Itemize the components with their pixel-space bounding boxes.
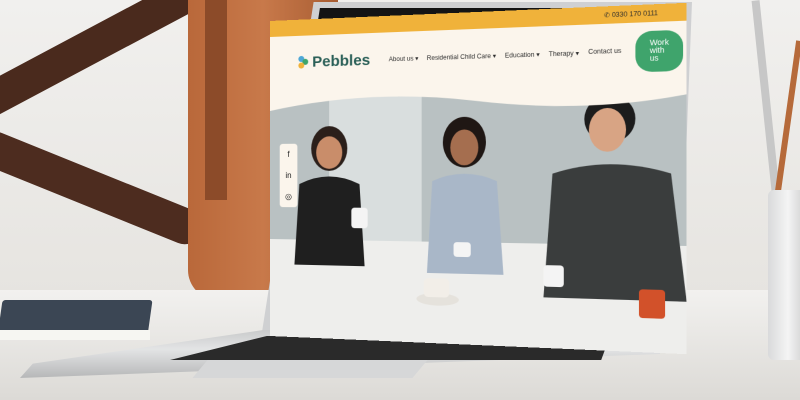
pebbles-logo-icon [298, 55, 309, 69]
nav-contact-us[interactable]: Contact us [588, 48, 621, 56]
nav-about-us[interactable]: About us ▾ [389, 55, 419, 63]
laptop-trackpad [192, 360, 428, 378]
nav-residential-child-care[interactable]: Residential Child Care ▾ [427, 52, 496, 62]
backpack-strap [205, 0, 227, 200]
hero-photo [270, 78, 687, 355]
pen-cup [768, 190, 800, 360]
facebook-icon[interactable]: f [287, 150, 289, 159]
nav-therapy[interactable]: Therapy ▾ [549, 49, 579, 57]
notebook-pages [0, 330, 150, 340]
laptop-screen: ✆ 0330 170 0111 Pebbles About us ▾ Resid… [270, 2, 687, 355]
work-with-us-button[interactable]: Work with us [635, 29, 684, 72]
nav-education[interactable]: Education ▾ [505, 51, 540, 60]
phone-number[interactable]: ✆ 0330 170 0111 [604, 9, 658, 19]
linkedin-icon[interactable]: in [285, 171, 291, 180]
site-logo[interactable]: Pebbles [297, 51, 380, 71]
social-sidebar: f in ◎ [279, 143, 298, 208]
logo-text: Pebbles [312, 51, 371, 71]
phone-icon: ✆ [604, 12, 612, 19]
hero-image: f in ◎ [270, 78, 687, 355]
instagram-icon[interactable]: ◎ [285, 192, 292, 201]
